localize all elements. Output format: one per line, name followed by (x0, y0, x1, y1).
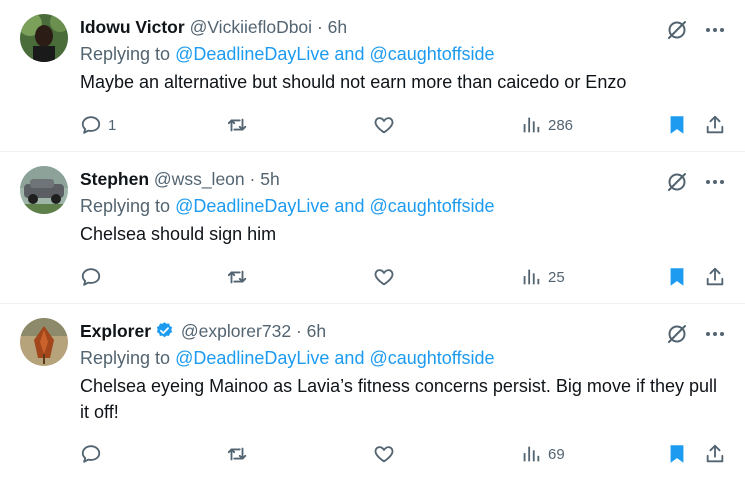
timestamp[interactable]: 5h (260, 169, 279, 189)
user-handle[interactable]: @explorer732 (181, 321, 291, 341)
tweet[interactable]: Explorer @explorer732 · 6h Replying to @… (0, 304, 745, 483)
replying-to-label: Replying to (80, 196, 176, 216)
tweet[interactable]: Stephen @wss_leon · 5h Replying to @Dead… (0, 152, 745, 304)
views-icon (520, 443, 542, 465)
share-icon (704, 266, 726, 288)
like-button[interactable] (373, 265, 401, 289)
grok-icon[interactable] (665, 322, 689, 346)
tweet[interactable]: Idowu Victor @VickiiefloDboi · 6h Replyi… (0, 0, 745, 152)
bookmark-button[interactable] (666, 265, 688, 289)
user-handle[interactable]: @wss_leon (154, 169, 245, 189)
share-icon (704, 443, 726, 465)
heart-icon (373, 443, 395, 465)
separator-dot: · (249, 169, 256, 189)
action-bar: 1 286 (80, 113, 729, 137)
tweet-top-actions (665, 170, 727, 194)
timestamp[interactable]: 6h (328, 17, 347, 37)
reply-icon (80, 114, 102, 136)
replying-to-label: Replying to (80, 348, 176, 368)
replying-to-mentions[interactable]: @DeadlineDayLive and @caughtoffside (175, 44, 494, 64)
views-button[interactable]: 286 (520, 113, 573, 137)
retweet-icon (226, 114, 248, 136)
tweet-text: Chelsea should sign him (80, 224, 277, 244)
avatar[interactable] (20, 166, 68, 214)
share-button[interactable] (704, 442, 726, 466)
retweet-button[interactable] (226, 113, 254, 137)
replying-to: Replying to @DeadlineDayLive and @caught… (80, 40, 729, 68)
more-icon[interactable] (703, 170, 727, 194)
heart-icon (373, 114, 395, 136)
more-icon[interactable] (703, 18, 727, 42)
view-count: 286 (548, 116, 574, 134)
verified-badge-icon[interactable] (155, 321, 174, 340)
tweet-content: Stephen @wss_leon · 5h Replying to @Dead… (80, 166, 729, 247)
separator-dot: · (316, 17, 323, 37)
avatar[interactable] (20, 318, 68, 366)
tweet-header: Explorer @explorer732 · 6h (80, 318, 729, 344)
timestamp[interactable]: 6h (307, 321, 326, 341)
display-name[interactable]: Idowu Victor (80, 17, 185, 37)
views-button[interactable]: 25 (520, 265, 565, 289)
view-count: 69 (548, 445, 565, 463)
retweet-icon (226, 443, 248, 465)
grok-icon[interactable] (665, 170, 689, 194)
share-button[interactable] (704, 265, 726, 289)
retweet-icon (226, 266, 248, 288)
tweet-header: Stephen @wss_leon · 5h (80, 166, 729, 192)
action-bar: 69 (80, 442, 729, 466)
tweet-top-actions (665, 18, 727, 42)
replying-to: Replying to @DeadlineDayLive and @caught… (80, 192, 729, 220)
reply-button[interactable] (80, 265, 108, 289)
more-icon[interactable] (703, 322, 727, 346)
separator-dot: · (295, 321, 302, 341)
display-name[interactable]: Stephen (80, 169, 149, 189)
replying-to-label: Replying to (80, 44, 176, 64)
replying-to-mentions[interactable]: @DeadlineDayLive and @caughtoffside (175, 196, 494, 216)
reply-feed: Idowu Victor @VickiiefloDboi · 6h Replyi… (0, 0, 745, 483)
like-button[interactable] (373, 113, 401, 137)
like-button[interactable] (373, 442, 401, 466)
views-button[interactable]: 69 (520, 442, 565, 466)
grok-icon[interactable] (665, 18, 689, 42)
tweet-text: Chelsea eyeing Mainoo as Lavia’s fitness… (80, 376, 717, 422)
tweet-content: Explorer @explorer732 · 6h Replying to @… (80, 318, 729, 425)
views-icon (520, 266, 542, 288)
reply-button[interactable]: 1 (80, 113, 116, 137)
bookmark-icon (666, 114, 688, 136)
tweet-text: Maybe an alternative but should not earn… (80, 72, 627, 92)
retweet-button[interactable] (226, 442, 254, 466)
bookmark-icon (666, 443, 688, 465)
share-button[interactable] (704, 113, 726, 137)
replying-to-mentions[interactable]: @DeadlineDayLive and @caughtoffside (175, 348, 494, 368)
bookmark-icon (666, 266, 688, 288)
views-icon (520, 114, 542, 136)
bookmark-button[interactable] (666, 113, 688, 137)
avatar[interactable] (20, 14, 68, 62)
reply-icon (80, 266, 102, 288)
reply-button[interactable] (80, 442, 108, 466)
bookmark-button[interactable] (666, 442, 688, 466)
share-icon (704, 114, 726, 136)
user-handle[interactable]: @VickiiefloDboi (190, 17, 313, 37)
tweet-header: Idowu Victor @VickiiefloDboi · 6h (80, 14, 729, 40)
retweet-button[interactable] (226, 265, 254, 289)
heart-icon (373, 266, 395, 288)
action-bar: 25 (80, 265, 729, 289)
tweet-content: Idowu Victor @VickiiefloDboi · 6h Replyi… (80, 14, 729, 95)
tweet-top-actions (665, 322, 727, 346)
reply-count: 1 (108, 116, 117, 134)
replying-to: Replying to @DeadlineDayLive and @caught… (80, 344, 729, 372)
display-name[interactable]: Explorer (80, 321, 151, 341)
reply-icon (80, 443, 102, 465)
view-count: 25 (548, 268, 565, 286)
